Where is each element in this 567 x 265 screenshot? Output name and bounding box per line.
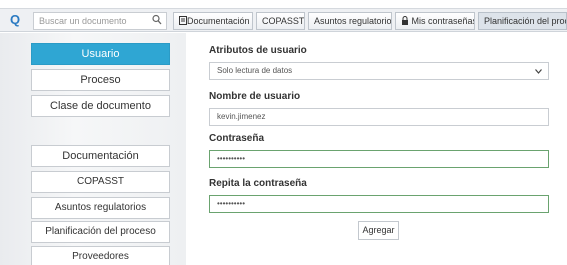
attributes-label: Atributos de usuario [209,45,307,56]
document-icon [179,16,187,25]
sidebar-item-proceso[interactable]: Proceso [31,69,170,91]
sidebar-item-usuario[interactable]: Usuario [31,43,170,65]
nav-asuntos-dropdown[interactable]: Asuntos regulatorios [308,12,392,30]
sidebar-item-copasst[interactable]: COPASST [31,171,170,193]
top-navbar: Q Buscar un documento Documentación COPA… [0,8,567,32]
nav-documentacion-dropdown[interactable]: Documentación [173,12,253,30]
agregar-button[interactable]: Agregar [358,221,399,240]
nav-documentacion-label: Documentación [187,16,250,26]
username-field[interactable]: kevin.jimenez [209,108,549,126]
password-label: Contraseña [209,133,265,144]
password-field[interactable]: •••••••••• [209,150,549,168]
app-logo[interactable]: Q [10,12,24,28]
username-label: Nombre de usuario [209,91,301,102]
nav-planificacion[interactable]: Planificación del proceso [478,12,567,30]
sidebar-item-asuntos-regulatorios[interactable]: Asuntos regulatorios [31,197,170,219]
attributes-select[interactable]: Solo lectura de datos [209,62,549,80]
nav-mis-contrasenas[interactable]: Mis contraseñas [395,12,475,30]
repeat-password-label: Repita la contraseña [209,178,307,189]
sidebar-item-documentacion[interactable]: Documentación [31,145,170,167]
lock-icon [402,16,408,25]
search-icon[interactable] [152,14,162,26]
repeat-password-field[interactable]: •••••••••• [209,195,549,213]
attributes-selected-value: Solo lectura de datos [217,66,293,75]
search-placeholder: Buscar un documento [39,16,127,26]
nav-planificacion-label: Planificación del proceso [484,16,566,26]
sidebar-item-clase-documento[interactable]: Clase de documento [31,95,170,117]
nav-copasst[interactable]: COPASST [256,12,305,30]
chevron-down-icon [535,69,542,74]
nav-copasst-label: COPASST [262,16,305,26]
nav-mis-contrasenas-label: Mis contraseñas [411,16,475,26]
sidebar-item-proveedores[interactable]: Proveedores [31,246,170,265]
sidebar-item-planificacion-proceso[interactable]: Planificación del proceso [31,221,170,243]
search-input[interactable]: Buscar un documento [33,12,167,30]
nav-asuntos-label: Asuntos regulatorios [314,16,392,26]
